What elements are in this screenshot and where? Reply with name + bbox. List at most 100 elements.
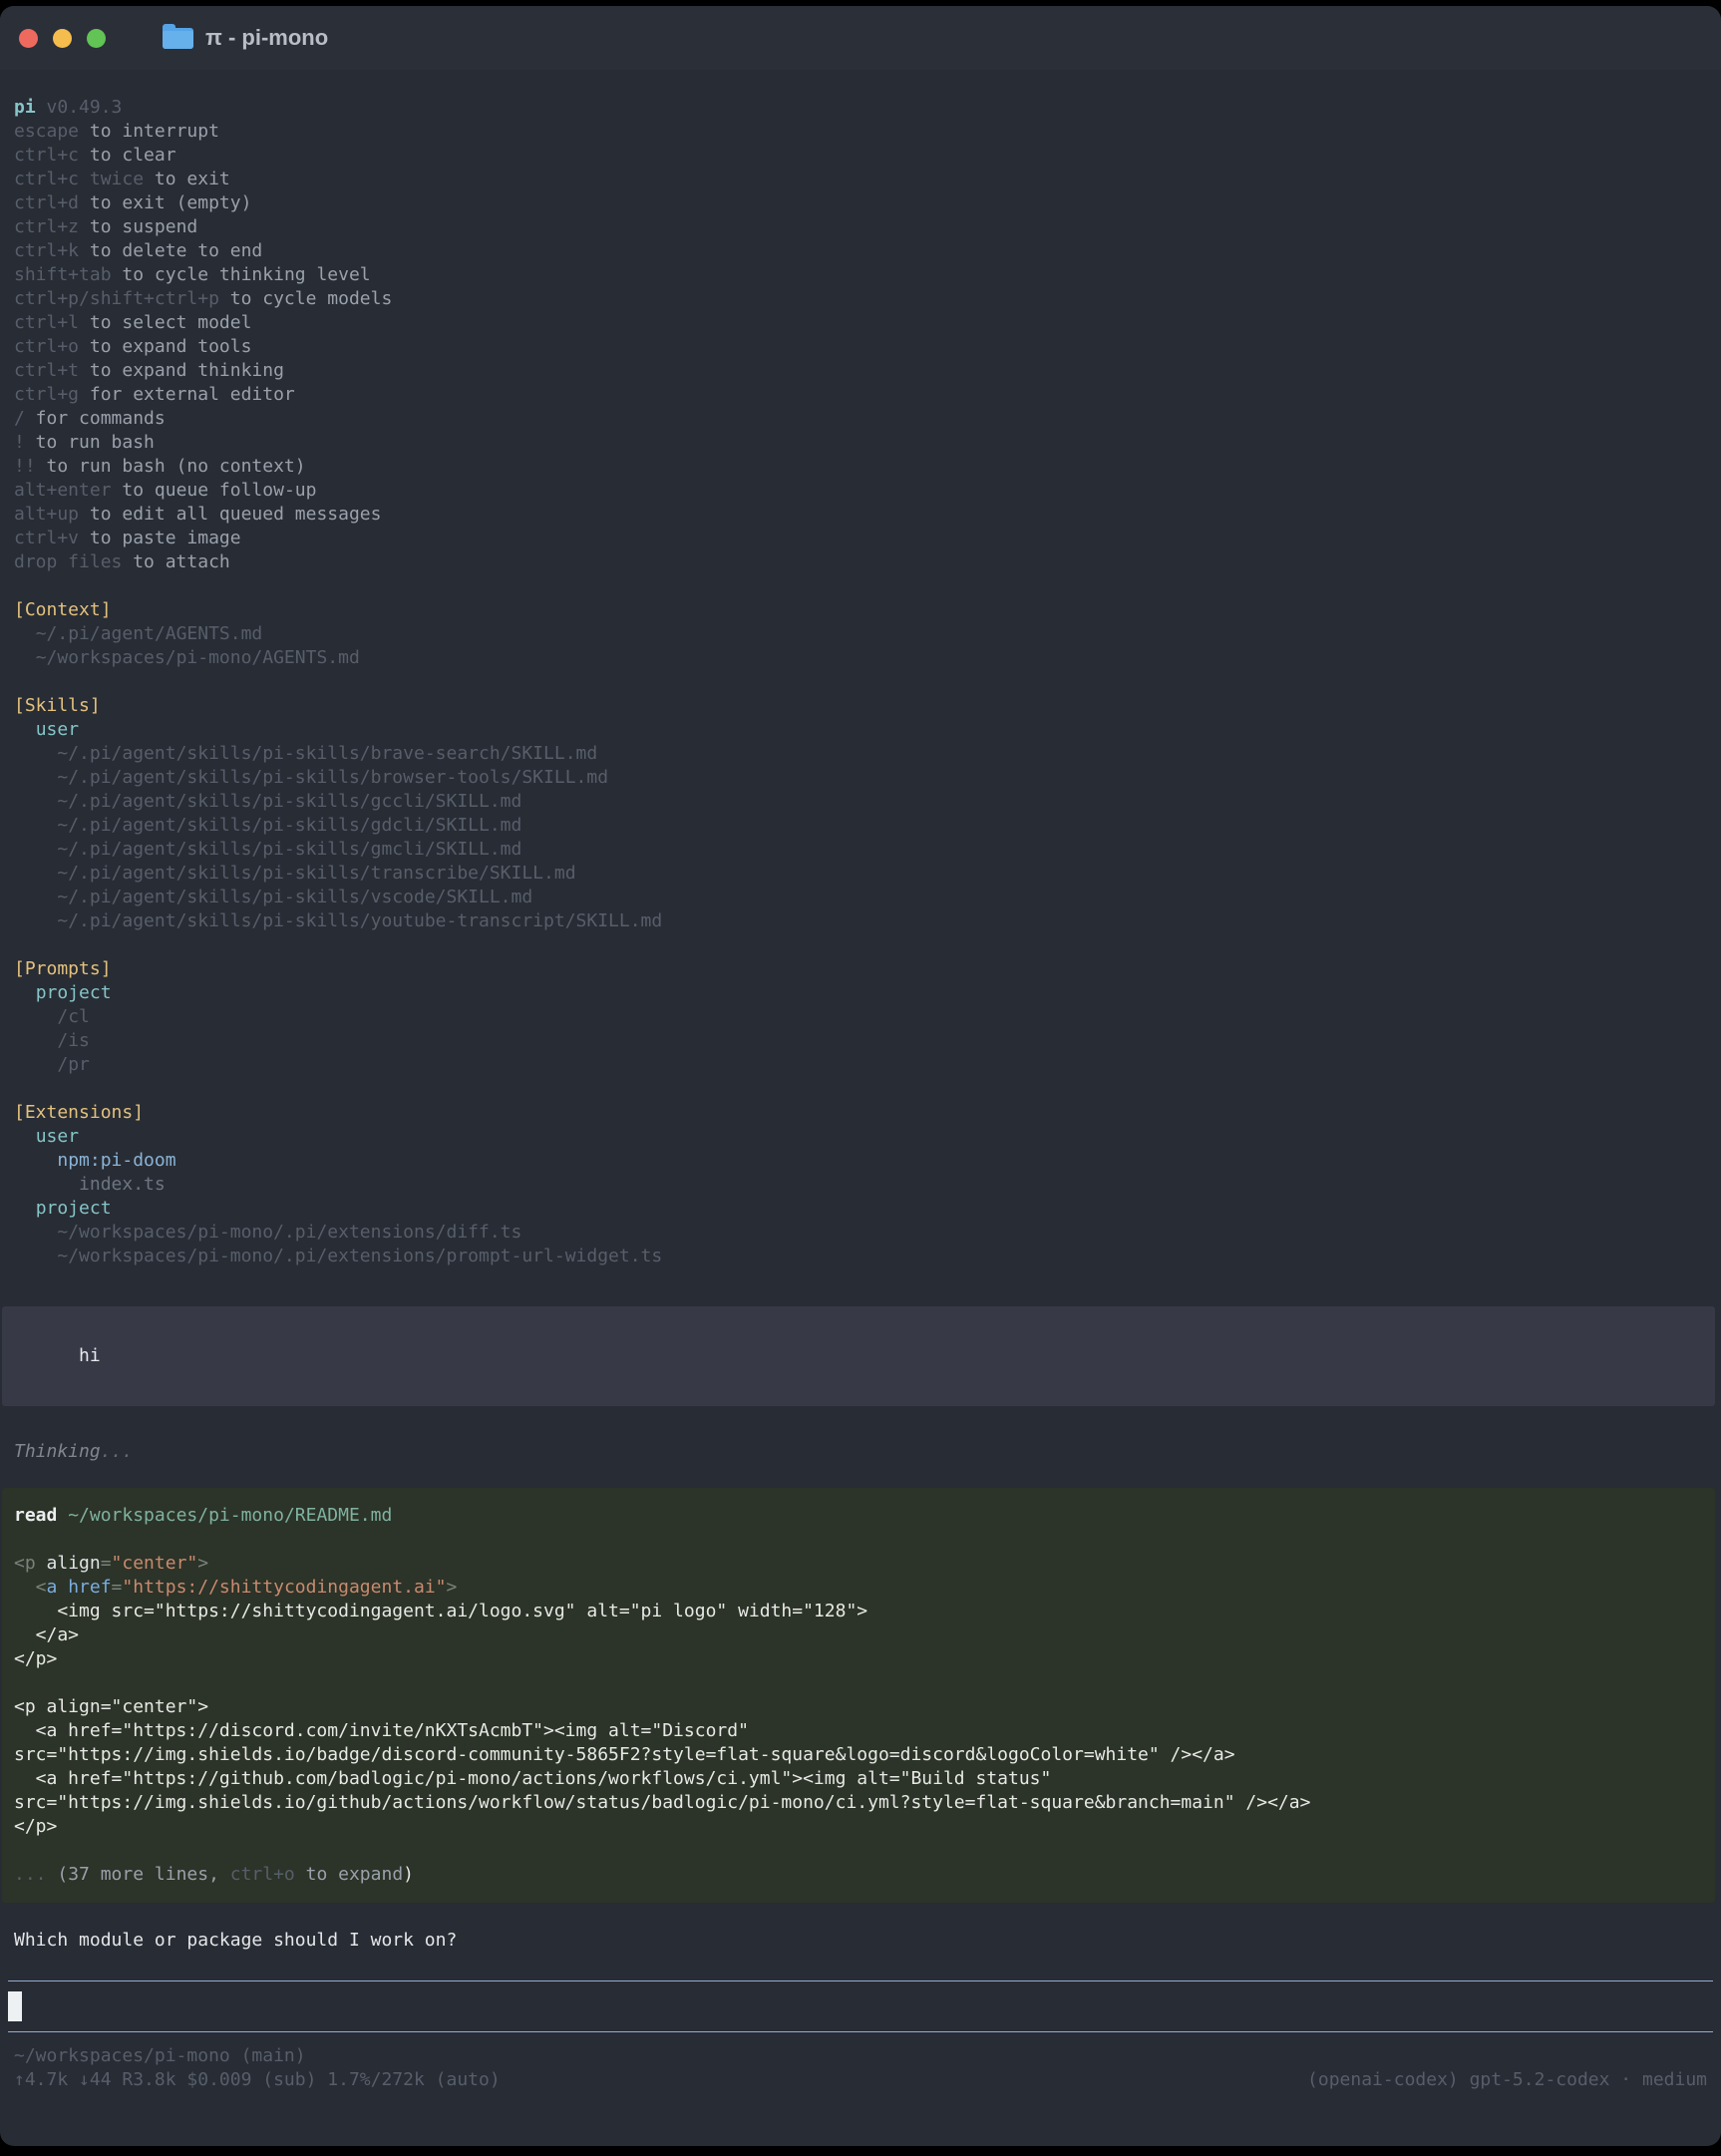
section-header: [Prompts]: [14, 957, 1707, 981]
text-segment: to run bash: [25, 432, 155, 453]
text-segment: to run bash (no context): [36, 456, 306, 477]
panels-block: [Context] ~/.pi/agent/AGENTS.md ~/worksp…: [14, 598, 1707, 1268]
text-segment: ctrl+o: [230, 1864, 295, 1885]
text-segment: [14, 839, 57, 860]
log-line: ctrl+o to expand tools: [14, 335, 1707, 359]
text-segment: !!: [14, 456, 36, 477]
text-segment: [Context]: [14, 599, 112, 620]
log-line: project: [14, 981, 1707, 1005]
log-line: ~/.pi/agent/skills/pi-skills/browser-too…: [14, 766, 1707, 790]
cwd-branch: ~/workspaces/pi-mono (main): [14, 2044, 306, 2068]
blank-line: [14, 1839, 1703, 1863]
log-line: ~/.pi/agent/skills/pi-skills/youtube-tra…: [14, 909, 1707, 933]
text-segment: <img src="https://shittycodingagent.ai/l…: [14, 1601, 867, 1621]
text-segment: align: [47, 1553, 101, 1574]
log-line: ~/.pi/agent/skills/pi-skills/vscode/SKIL…: [14, 886, 1707, 909]
text-segment: </p>: [14, 1816, 57, 1837]
section-prompts: [Prompts] project /cl /is /pr: [14, 957, 1707, 1077]
zoom-button[interactable]: [87, 29, 106, 48]
log-line: ctrl+c to clear: [14, 144, 1707, 168]
log-line: alt+up to edit all queued messages: [14, 503, 1707, 527]
text-segment: to clear: [79, 145, 176, 166]
log-line: ~/workspaces/pi-mono/.pi/extensions/diff…: [14, 1221, 1707, 1245]
text-segment: </p>: [14, 1648, 57, 1669]
text-segment: ctrl+g: [14, 384, 79, 405]
text-segment: ctrl+t: [14, 360, 79, 381]
text-segment: [14, 1672, 25, 1693]
log-line: <a href="https://shittycodingagent.ai">: [14, 1576, 1703, 1600]
text-segment: <a href="https://github.com/badlogic/pi-…: [14, 1768, 1051, 1789]
status-row-cwd: ~/workspaces/pi-mono (main): [14, 2044, 1707, 2068]
text-cursor: [8, 1991, 22, 2021]
text-segment: ~/.pi/agent/skills/pi-skills/gmcli/SKILL…: [57, 839, 521, 860]
text-segment: to delete to end: [79, 240, 262, 261]
log-line: ctrl+t to expand thinking: [14, 359, 1707, 383]
log-line: ctrl+l to select model: [14, 311, 1707, 335]
text-segment: [Extensions]: [14, 1102, 144, 1123]
log-line: </p>: [14, 1647, 1703, 1671]
text-segment: ctrl+k: [14, 240, 79, 261]
text-segment: src="https://img.shields.io/badge/discor…: [14, 1744, 1235, 1765]
terminal-window: π - pi-mono pi v0.49.3escape to interrup…: [0, 6, 1721, 2146]
log-line: / for commands: [14, 407, 1707, 431]
log-line: ctrl+g for external editor: [14, 383, 1707, 407]
text-segment: =: [101, 1553, 112, 1574]
text-segment: ~/.pi/agent/skills/pi-skills/gdcli/SKILL…: [57, 815, 521, 836]
text-segment: ctrl+c twice: [14, 169, 144, 189]
text-segment: "https://shittycodingagent.ai": [122, 1577, 446, 1598]
text-segment: >: [197, 1553, 208, 1574]
text-segment: ~/workspaces/pi-mono/AGENTS.md: [36, 647, 360, 668]
text-segment: /pr: [57, 1054, 90, 1075]
text-segment: /is: [57, 1030, 90, 1051]
text-segment: ctrl+d: [14, 192, 79, 213]
minimize-button[interactable]: [53, 29, 72, 48]
session-log: pi v0.49.3escape to interruptctrl+c to c…: [0, 96, 1721, 1268]
text-segment: [14, 647, 36, 668]
text-segment: to edit all queued messages: [79, 504, 381, 525]
section-extensions: [Extensions] user npm:pi-doom index.ts p…: [14, 1101, 1707, 1268]
text-segment: ~/.pi/agent/skills/pi-skills/youtube-tra…: [57, 910, 662, 931]
text-segment: !: [14, 432, 25, 453]
window-title: π - pi-mono: [205, 25, 328, 51]
log-line: ~/.pi/agent/skills/pi-skills/brave-searc…: [14, 742, 1707, 766]
section-header: [Extensions]: [14, 1101, 1707, 1125]
log-line: ~/.pi/agent/skills/pi-skills/gccli/SKILL…: [14, 790, 1707, 814]
text-segment: [14, 719, 36, 740]
text-segment: to queue follow-up: [112, 480, 317, 501]
log-line: !! to run bash (no context): [14, 455, 1707, 479]
log-line: drop files to attach: [14, 550, 1707, 574]
text-segment: project: [36, 982, 112, 1003]
intro-block: pi v0.49.3escape to interruptctrl+c to c…: [14, 96, 1707, 574]
log-line: ~/workspaces/pi-mono/AGENTS.md: [14, 646, 1707, 670]
text-segment: [14, 791, 57, 812]
text-segment: ctrl+p/shift+ctrl+p: [14, 288, 219, 309]
text-segment: shift+tab: [14, 264, 112, 285]
status-bar: ~/workspaces/pi-mono (main) ↑4.7k ↓44 R3…: [14, 2044, 1707, 2092]
log-line: ~/.pi/agent/skills/pi-skills/transcribe/…: [14, 862, 1707, 886]
text-segment: [14, 887, 57, 907]
thinking-dots: ...: [101, 1441, 134, 1462]
status-row-stats: ↑4.7k ↓44 R3.8k $0.009 (sub) 1.7%/272k (…: [14, 2068, 1707, 2092]
text-segment: [14, 1126, 36, 1147]
log-line: ~/.pi/agent/skills/pi-skills/gdcli/SKILL…: [14, 814, 1707, 838]
user-message: hi: [2, 1306, 1715, 1406]
tool-output-code: <p align="center"> <a href="https://shit…: [14, 1552, 1703, 1839]
terminal-content: pi v0.49.3escape to interruptctrl+c to c…: [0, 70, 1721, 2092]
titlebar: π - pi-mono: [0, 6, 1721, 70]
text-segment: ~/.pi/agent/skills/pi-skills/browser-too…: [57, 767, 608, 788]
log-line: project: [14, 1197, 1707, 1221]
text-segment: to expand tools: [79, 336, 251, 357]
log-line: <a href="https://discord.com/invite/nKXT…: [14, 1719, 1703, 1743]
prompt-input[interactable]: [8, 1980, 1713, 2032]
text-segment: to cycle models: [219, 288, 392, 309]
text-segment: alt+enter: [14, 480, 112, 501]
text-segment: [14, 743, 57, 764]
text-segment: to suspend: [79, 216, 197, 237]
text-segment: to attach: [122, 551, 229, 572]
section-skills: [Skills] user ~/.pi/agent/skills/pi-skil…: [14, 694, 1707, 933]
text-segment: ~/.pi/agent/skills/pi-skills/gccli/SKILL…: [57, 791, 521, 812]
text-segment: a href: [47, 1577, 112, 1598]
text-segment: /: [14, 408, 25, 429]
log-line: src="https://img.shields.io/github/actio…: [14, 1791, 1703, 1815]
close-button[interactable]: [19, 29, 38, 48]
